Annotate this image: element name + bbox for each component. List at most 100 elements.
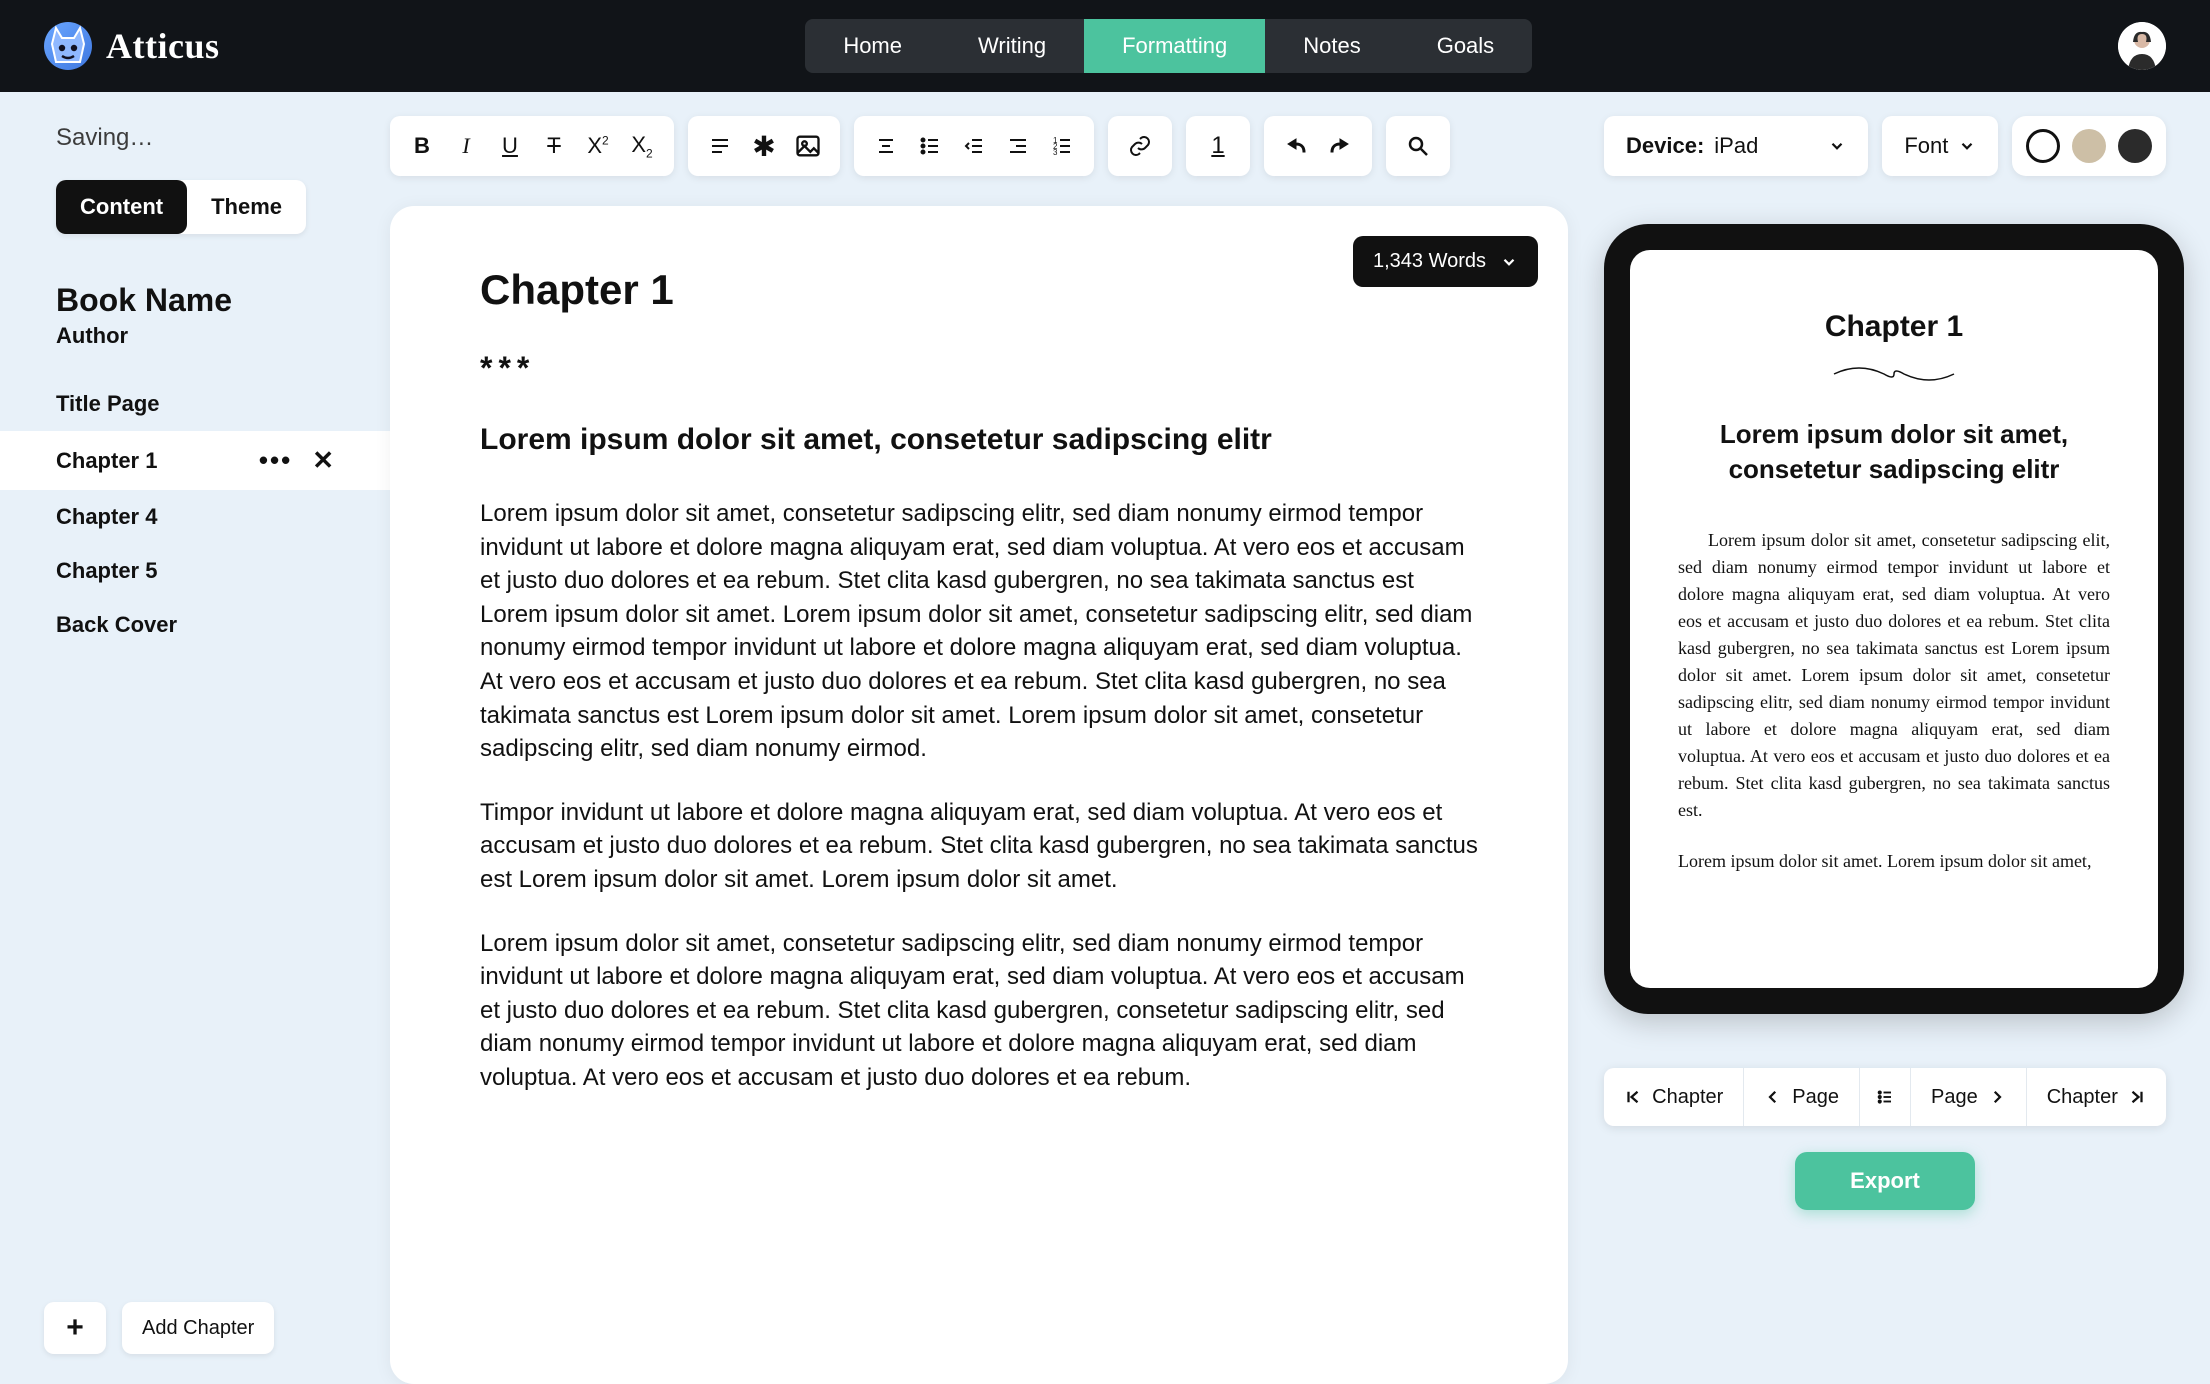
add-chapter-button[interactable]: Add Chapter (122, 1302, 274, 1354)
saving-status: Saving… (0, 124, 390, 180)
editor-column: B I U T X2 X2 ✱ 123 (390, 92, 1580, 1384)
search-button[interactable] (1396, 124, 1440, 168)
link-button[interactable] (1118, 124, 1162, 168)
chapter-title: Chapter 1 (480, 266, 1478, 314)
toolbar-group-search (1386, 116, 1450, 176)
sidebar-item-chapter-5[interactable]: Chapter 5 (0, 544, 390, 598)
export-button[interactable]: Export (1795, 1152, 1975, 1210)
nav-goals[interactable]: Goals (1399, 19, 1532, 73)
toolbar-group-link (1108, 116, 1172, 176)
tab-content[interactable]: Content (56, 180, 187, 234)
toc-button[interactable] (1860, 1068, 1911, 1126)
next-chapter-button[interactable]: Chapter (2027, 1068, 2166, 1126)
align-center-button[interactable] (864, 124, 908, 168)
bullet-list-button[interactable] (908, 124, 952, 168)
toolbar-group-text-style: B I U T X2 X2 (390, 116, 674, 176)
page-navigation: Chapter Page Page Chapter (1604, 1068, 2166, 1126)
preview-subheading: Lorem ipsum dolor sit amet, consetetur s… (1678, 417, 2110, 487)
top-bar: Atticus Home Writing Formatting Notes Go… (0, 0, 2210, 92)
numbered-list-button[interactable]: 123 (1040, 124, 1084, 168)
preview-paragraph: Lorem ipsum dolor sit amet. Lorem ipsum … (1678, 848, 2110, 875)
outdent-button[interactable] (952, 124, 996, 168)
underline-button[interactable]: U (488, 124, 532, 168)
theme-dark[interactable] (2118, 129, 2152, 163)
book-title: Book Name (0, 282, 390, 319)
font-select[interactable]: Font (1882, 116, 1998, 176)
sidebar-tabs: Content Theme (56, 180, 306, 234)
device-label: Device: (1626, 133, 1704, 159)
device-select[interactable]: Device: iPad (1604, 116, 1868, 176)
nav-writing[interactable]: Writing (940, 19, 1084, 73)
device-preview-frame: Chapter 1 Lorem ipsum dolor sit amet, co… (1604, 224, 2184, 1014)
last-icon (2128, 1088, 2146, 1106)
paragraph: Lorem ipsum dolor sit amet, consetetur s… (480, 497, 1478, 766)
theme-light[interactable] (2026, 129, 2060, 163)
theme-color-group (2012, 116, 2166, 176)
more-icon[interactable]: ••• (259, 445, 292, 476)
list-icon (1876, 1088, 1894, 1106)
nav-home[interactable]: Home (805, 19, 940, 73)
nav-label: Chapter (2047, 1086, 2118, 1109)
undo-button[interactable] (1274, 124, 1318, 168)
nav-notes[interactable]: Notes (1265, 19, 1398, 73)
app-name: Atticus (106, 25, 220, 67)
word-count-label: 1,343 Words (1373, 250, 1486, 273)
chapter-subheading: Lorem ipsum dolor sit amet, consetetur s… (480, 423, 1478, 457)
tab-theme[interactable]: Theme (187, 180, 306, 234)
device-preview-screen: Chapter 1 Lorem ipsum dolor sit amet, co… (1630, 250, 2158, 988)
redo-button[interactable] (1318, 124, 1362, 168)
nav-formatting[interactable]: Formatting (1084, 19, 1265, 73)
superscript-button[interactable]: X2 (576, 124, 620, 168)
add-button[interactable]: + (44, 1302, 106, 1354)
editor-toolbar: B I U T X2 X2 ✱ 123 (390, 116, 1568, 176)
word-count-badge[interactable]: 1,343 Words (1353, 236, 1538, 287)
paragraph: Timpor invidunt ut labore et dolore magn… (480, 796, 1478, 897)
book-author: Author (0, 319, 390, 377)
main-nav: Home Writing Formatting Notes Goals (805, 19, 1532, 73)
strikethrough-button[interactable]: T (532, 124, 576, 168)
sidebar-item-title-page[interactable]: Title Page (0, 377, 390, 431)
scene-break-button[interactable]: ✱ (742, 124, 786, 168)
toolbar-group-paragraph: 123 (854, 116, 1094, 176)
device-value: iPad (1714, 133, 1758, 159)
nav-label: Page (1792, 1086, 1839, 1109)
preview-column: Device: iPad Font Chapter 1 Lorem ipsum … (1580, 92, 2210, 1384)
chevron-left-icon (1764, 1088, 1782, 1106)
ornament-icon (1829, 364, 1959, 384)
paragraph: Lorem ipsum dolor sit amet, consetetur s… (480, 927, 1478, 1095)
chevron-down-icon (1828, 137, 1846, 155)
theme-sepia[interactable] (2072, 129, 2106, 163)
editor-document[interactable]: 1,343 Words Chapter 1 *** Lorem ipsum do… (390, 206, 1568, 1384)
sidebar-item-label: Chapter 1 (56, 448, 157, 474)
sidebar-item-label: Chapter 5 (56, 558, 157, 584)
toolbar-group-format: 1 (1186, 116, 1250, 176)
svg-text:3: 3 (1053, 148, 1058, 157)
align-right-button[interactable] (996, 124, 1040, 168)
sidebar-item-label: Title Page (56, 391, 160, 417)
chevron-down-icon (1500, 253, 1518, 271)
scene-break: *** (480, 350, 1478, 387)
subscript-button[interactable]: X2 (620, 124, 664, 168)
bold-button[interactable]: B (400, 124, 444, 168)
toolbar-group-insert: ✱ (688, 116, 840, 176)
sidebar-item-back-cover[interactable]: Back Cover (0, 598, 390, 652)
app-logo[interactable]: Atticus (44, 22, 220, 70)
font-label: Font (1904, 133, 1948, 159)
user-avatar[interactable] (2118, 22, 2166, 70)
prev-page-button[interactable]: Page (1744, 1068, 1860, 1126)
nav-label: Chapter (1652, 1086, 1723, 1109)
first-icon (1624, 1088, 1642, 1106)
align-button[interactable] (698, 124, 742, 168)
close-icon[interactable]: ✕ (312, 445, 334, 476)
toolbar-group-history (1264, 116, 1372, 176)
sidebar-item-label: Back Cover (56, 612, 177, 638)
drop-cap-button[interactable]: 1 (1196, 124, 1240, 168)
sidebar-item-label: Chapter 4 (56, 504, 157, 530)
italic-button[interactable]: I (444, 124, 488, 168)
sidebar-item-chapter-4[interactable]: Chapter 4 (0, 490, 390, 544)
prev-chapter-button[interactable]: Chapter (1604, 1068, 1744, 1126)
next-page-button[interactable]: Page (1911, 1068, 2027, 1126)
image-button[interactable] (786, 124, 830, 168)
sidebar-item-chapter-1[interactable]: Chapter 1 ••• ✕ (0, 431, 390, 490)
preview-chapter-title: Chapter 1 (1678, 310, 2110, 344)
